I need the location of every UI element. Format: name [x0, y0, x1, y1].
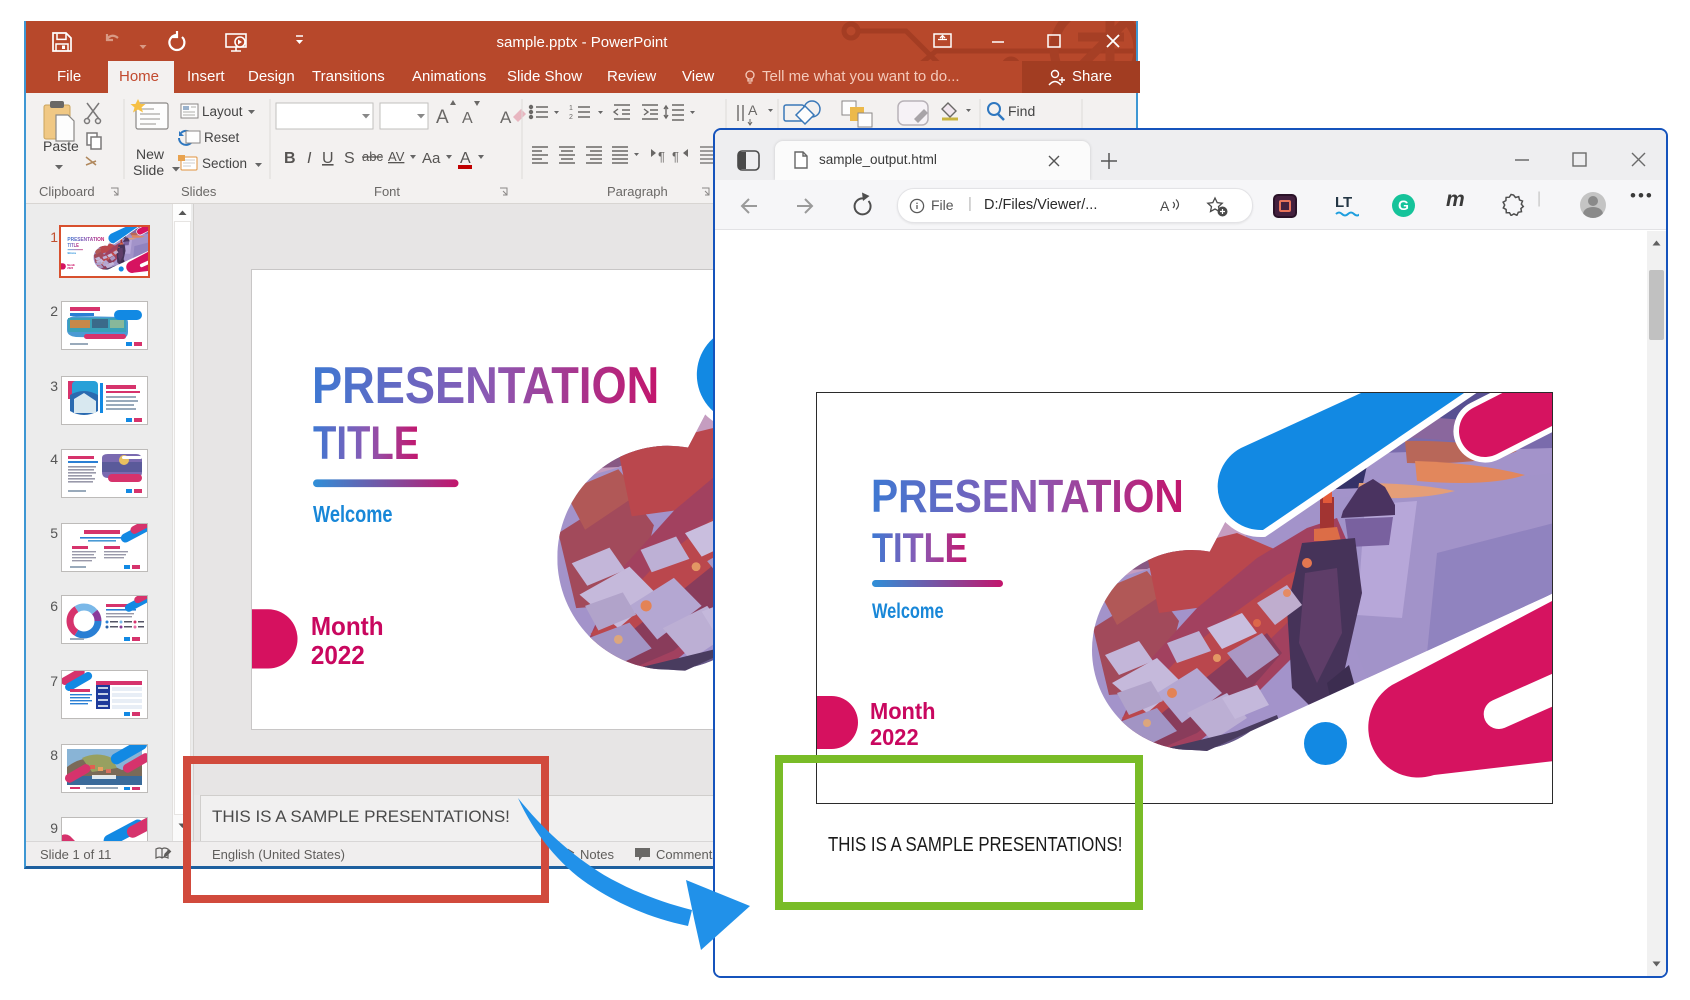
svg-text:A: A	[748, 102, 758, 118]
svg-text:Slides: Slides	[181, 184, 217, 199]
svg-text:Paste: Paste	[43, 138, 79, 154]
svg-text:Paragraph: Paragraph	[607, 184, 668, 199]
svg-text:Find: Find	[1008, 103, 1035, 119]
svg-text:New: New	[136, 146, 165, 162]
svg-text:AV: AV	[388, 149, 405, 164]
svg-text:A: A	[1160, 198, 1170, 214]
svg-text:B: B	[284, 150, 296, 167]
svg-text:¶: ¶	[658, 149, 665, 164]
svg-text:Font: Font	[374, 184, 400, 199]
svg-text:1: 1	[569, 105, 573, 112]
svg-text:Slide: Slide	[133, 162, 164, 178]
svg-text:Layout: Layout	[202, 104, 243, 119]
svg-text:A: A	[500, 108, 512, 127]
svg-text:Clipboard: Clipboard	[39, 184, 95, 199]
svg-text:U: U	[322, 150, 334, 167]
svg-text:Reset: Reset	[204, 130, 240, 145]
svg-text:A: A	[436, 107, 449, 128]
svg-text:¶: ¶	[672, 149, 679, 164]
svg-text:A: A	[460, 150, 471, 167]
svg-text:Aa: Aa	[422, 150, 441, 167]
svg-text:abc: abc	[362, 149, 383, 164]
svg-text:2: 2	[569, 114, 573, 121]
svg-text:S: S	[344, 150, 355, 167]
svg-text:I: I	[307, 150, 312, 167]
svg-text:Section: Section	[202, 156, 247, 171]
svg-text:A: A	[462, 110, 473, 127]
